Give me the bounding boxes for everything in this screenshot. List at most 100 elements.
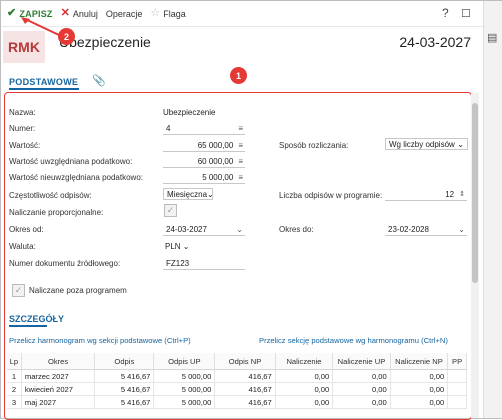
col-header-odpis-np[interactable]: Odpis NP [214, 353, 276, 370]
value-field[interactable]: 65 000,00 ≡ [163, 139, 245, 152]
stepper-icon[interactable]: ⇕ [459, 190, 465, 198]
recalc-basic-link[interactable]: Przelicz sekcję podstawowe wg harmonogra… [259, 336, 448, 345]
cell-odpis-up: 5 000,00 [153, 382, 216, 396]
count-value: 12 [445, 189, 455, 199]
cancel-label: Anuluj [72, 8, 98, 19]
scrollbar-thumb[interactable] [472, 103, 478, 283]
from-date-value: 24-03-2027 [166, 224, 207, 234]
tab-underline [9, 88, 79, 90]
toolbar: ✔ ZAPISZ ✕ Anuluj Operacje ☆ Flaga [1, 1, 483, 27]
outside-checkbox[interactable]: ✓ [12, 284, 25, 297]
cell-naliczenie-np: 0,00 [390, 382, 449, 396]
currency-select[interactable]: PLN ⌄ [165, 242, 190, 251]
cell-lp: 1 [7, 369, 22, 383]
comment-icon[interactable]: ▤ [487, 31, 497, 44]
currency-label: Waluta: [9, 242, 36, 251]
step-badge-1: 1 [230, 67, 247, 84]
col-header-odpis[interactable]: Odpis [94, 353, 155, 370]
from-label: Okres od: [9, 225, 44, 234]
chevron-down-icon[interactable]: ⌄ [236, 225, 243, 234]
menu-icon[interactable]: ≡ [238, 141, 243, 150]
outside-label: Naliczane poza programem [29, 286, 127, 295]
recalc-schedule-link[interactable]: Przelicz harmonogram wg sekcji podstawow… [9, 336, 191, 345]
window: ✔ ZAPISZ ✕ Anuluj Operacje ☆ Flaga ? ☐ ▤… [0, 0, 502, 420]
cell-lp: 3 [7, 395, 22, 409]
count-label: Liczba odpisów w programie: [279, 191, 383, 200]
checkmark-icon: ✔ [7, 7, 17, 19]
maximize-icon[interactable]: ☐ [461, 7, 471, 20]
method-select[interactable]: Wg liczby odpisów ⌄ [385, 138, 468, 150]
name-label: Nazwa: [9, 108, 36, 117]
cancel-button[interactable]: ✕ Anuluj [57, 4, 102, 24]
cell-naliczenie-up: 0,00 [332, 395, 391, 409]
nontaxable-field[interactable]: 5 000,00 ≡ [163, 171, 245, 184]
table-row[interactable]: 3 maj 2027 5 416,67 5 000,00 416,67 0,00… [7, 395, 467, 409]
col-header-okres[interactable]: Okres [21, 353, 96, 370]
attachment-icon[interactable]: 📎 [92, 74, 106, 87]
from-date-field[interactable]: 24-03-2027 ⌄ [163, 223, 245, 236]
cell-naliczenie-np: 0,00 [390, 369, 449, 383]
table-row[interactable]: 2 kwiecień 2027 5 416,67 5 000,00 416,67… [7, 382, 467, 396]
details-title: SZCZEGÓŁY [9, 314, 65, 324]
docnum-field[interactable]: FZ123 [163, 257, 245, 270]
taxable-label: Wartość uwzględniana podatkowo: [9, 157, 133, 166]
cell-pp[interactable] [447, 382, 467, 396]
currency-value: PLN [165, 242, 181, 251]
menu-icon[interactable]: ≡ [238, 173, 243, 182]
count-stepper[interactable]: 12 ⇕ [385, 188, 467, 201]
col-header-naliczenie-np[interactable]: Naliczenie NP [390, 353, 449, 370]
number-value: 4 [166, 123, 171, 133]
arrow-icon [21, 17, 60, 36]
docnum-value: FZ123 [166, 258, 190, 268]
to-date-value: 23-02-2028 [388, 224, 429, 234]
cell-odpis: 5 416,67 [94, 369, 155, 383]
table-row[interactable]: 1 marzec 2027 5 416,67 5 000,00 416,67 0… [7, 369, 467, 383]
chevron-down-icon: ⌄ [457, 139, 464, 149]
cell-odpis-np: 416,67 [214, 395, 276, 409]
cell-naliczenie-up: 0,00 [332, 382, 391, 396]
side-rail: ▤ [483, 1, 502, 418]
cell-odpis: 5 416,67 [94, 382, 155, 396]
col-header-lp[interactable]: Lp [7, 353, 22, 370]
cell-okres: maj 2027 [21, 395, 96, 409]
frequency-select[interactable]: Miesięczna ⌄ [163, 188, 214, 200]
vertical-scrollbar[interactable] [471, 93, 479, 418]
menu-icon[interactable]: ≡ [238, 157, 243, 166]
col-header-naliczenie[interactable]: Naliczenie [275, 353, 334, 370]
col-header-pp[interactable]: PP [447, 353, 467, 370]
cell-pp[interactable] [447, 369, 467, 383]
document-date: 24-03-2027 [399, 34, 471, 50]
star-icon: ☆ [150, 7, 161, 19]
menu-icon[interactable]: ≡ [238, 124, 243, 133]
cell-okres: marzec 2027 [21, 369, 96, 383]
cell-odpis-up: 5 000,00 [153, 369, 216, 383]
cell-naliczenie-np: 0,00 [390, 395, 449, 409]
operations-button[interactable]: Operacje [102, 4, 147, 24]
nontaxable-label: Wartość nieuwzględniana podatkowo: [9, 173, 144, 182]
chevron-down-icon[interactable]: ⌄ [458, 225, 465, 234]
value-label: Wartość: [9, 141, 41, 150]
cell-odpis-up: 5 000,00 [153, 395, 216, 409]
tab-basic[interactable]: PODSTAWOWE [9, 77, 78, 87]
to-date-field[interactable]: 23-02-2028 ⌄ [385, 223, 467, 236]
chevron-down-icon: ⌄ [207, 189, 214, 199]
help-button[interactable]: ? [442, 6, 449, 20]
docnum-label: Numer dokumentu źródłowego: [9, 259, 121, 268]
col-header-naliczenie-up[interactable]: Naliczenie UP [332, 353, 391, 370]
nontaxable-amount: 5 000,00 [202, 172, 234, 182]
proportional-checkbox[interactable]: ✓ [164, 204, 177, 217]
flag-label: Flaga [163, 8, 186, 19]
taxable-field[interactable]: 60 000,00 ≡ [163, 155, 245, 168]
cell-odpis: 5 416,67 [94, 395, 155, 409]
col-header-odpis-up[interactable]: Odpis UP [153, 353, 216, 370]
frequency-value: Miesięczna [167, 189, 208, 199]
cell-pp[interactable] [447, 395, 467, 409]
method-value: Wg liczby odpisów [389, 139, 455, 149]
schedule-table: Lp Okres Odpis Odpis UP Odpis NP Nalicze… [7, 353, 467, 409]
operations-label: Operacje [105, 8, 143, 19]
to-label: Okres do: [279, 225, 314, 234]
name-value: Ubezpieczenie [163, 108, 216, 117]
number-field[interactable]: 4 ≡ [163, 122, 245, 135]
table-header-row: Lp Okres Odpis Odpis UP Odpis NP Nalicze… [7, 353, 467, 370]
flag-button[interactable]: ☆ Flaga [146, 4, 189, 24]
